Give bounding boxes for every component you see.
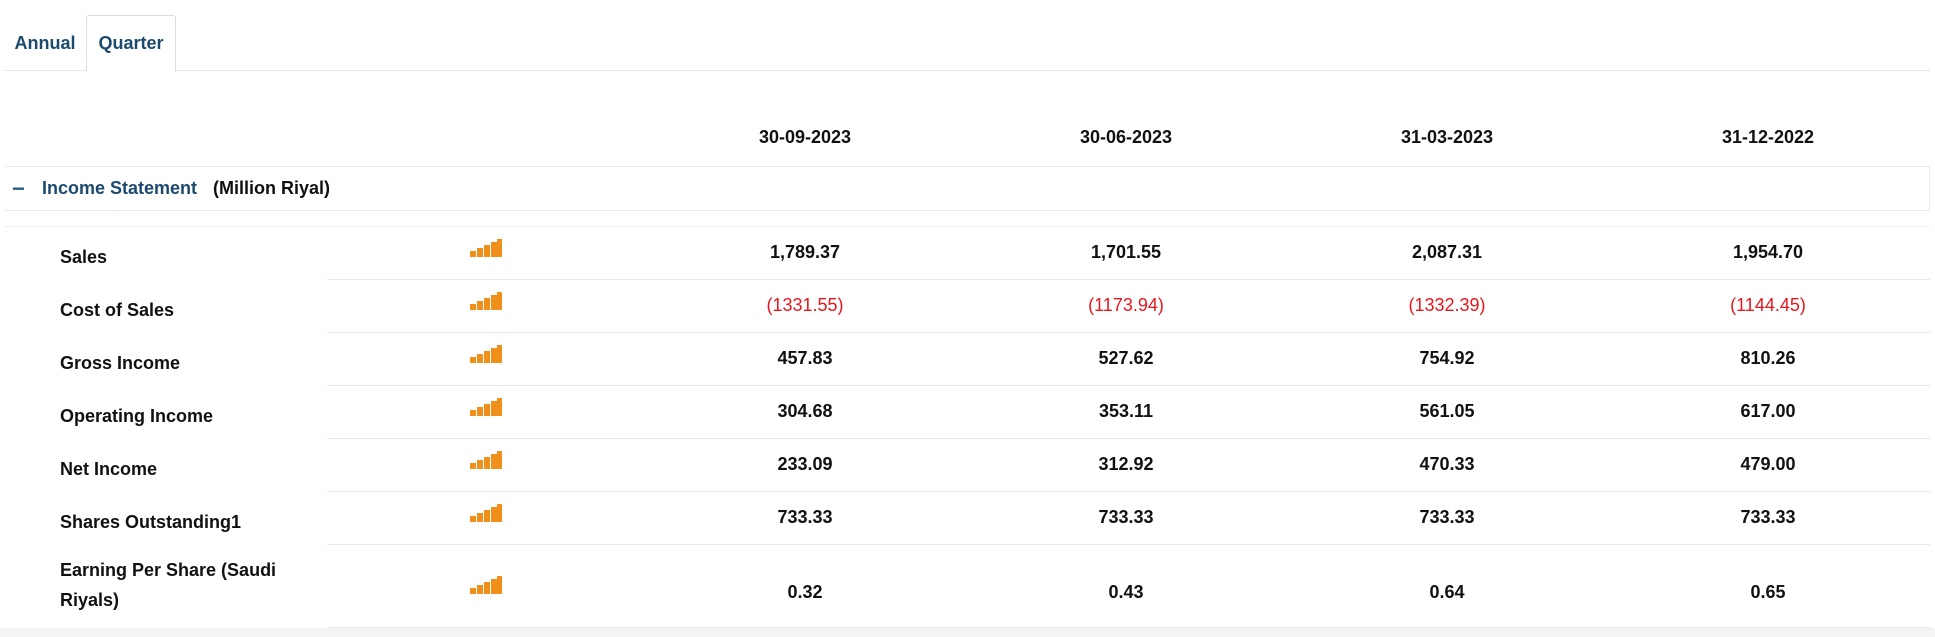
cell-value: 527.62 [1098, 347, 1154, 368]
cell-value: 561.05 [1419, 400, 1475, 421]
table-row: Shares Outstanding1 733.33 733.33 733.33 733… [0, 492, 1935, 545]
cell-value: (1332.39) [1408, 294, 1486, 315]
bar-chart-icon[interactable] [470, 450, 502, 469]
cell-value: 0.65 [1750, 582, 1786, 602]
bar-chart-icon[interactable] [470, 576, 502, 594]
table-row: Operating Income 304.68 353.11 561.05 617.00 [0, 386, 1935, 439]
income-statement-header[interactable]: − Income Statement (Million Riyal) [5, 166, 1930, 211]
cell-value: (1173.94) [1088, 294, 1164, 315]
column-date-3: 31-03-2023 [1400, 127, 1494, 147]
row-label: Net Income [60, 458, 158, 479]
row-label: Shares Outstanding1 [60, 511, 242, 532]
cell-value: (1144.45) [1730, 294, 1806, 315]
cell-value: 1,954.70 [1732, 241, 1804, 262]
column-date-2: 30-06-2023 [1079, 127, 1173, 147]
cell-value: 733.33 [1098, 506, 1154, 527]
cell-value: 312.92 [1098, 453, 1154, 474]
cell-value: 353.11 [1098, 400, 1154, 421]
bar-chart-icon[interactable] [470, 238, 502, 257]
cell-value: (1331.55) [766, 294, 844, 315]
cell-value: 0.64 [1429, 582, 1465, 602]
collapse-icon[interactable]: − [12, 177, 34, 200]
tab-annual[interactable]: Annual [5, 15, 85, 71]
horizontal-scrollbar[interactable] [0, 628, 1935, 637]
cell-value: 0.43 [1108, 582, 1144, 602]
financials-page: Annual Quarter 30-09-2023 30-06-2023 31-… [0, 0, 1935, 637]
cell-value: 1,789.37 [769, 241, 841, 262]
cell-value: 617.00 [1740, 400, 1796, 421]
cell-value: 233.09 [777, 453, 833, 474]
row-label: Gross Income [60, 352, 181, 373]
period-tabs: Annual Quarter [5, 15, 1930, 72]
cell-value: 457.83 [777, 347, 833, 368]
row-label: Earning Per Share (Saudi Riyals) [60, 560, 277, 610]
bar-chart-icon[interactable] [470, 344, 502, 363]
table-row: Net Income 233.09 312.92 470.33 479.00 [0, 439, 1935, 492]
cell-value: 733.33 [777, 506, 833, 527]
table-row: Cost of Sales (1331.55) (1173.94) (1332.39)… [0, 280, 1935, 333]
table-row: Gross Income 457.83 527.62 754.92 810.26 [0, 333, 1935, 386]
bar-chart-icon[interactable] [470, 291, 502, 310]
section-unit: (Million Riyal) [213, 178, 331, 198]
tab-quarter[interactable]: Quarter [86, 15, 176, 72]
cell-value: 754.92 [1419, 347, 1475, 368]
cell-value: 304.68 [777, 400, 833, 421]
column-date-1: 30-09-2023 [758, 127, 852, 147]
cell-value: 479.00 [1740, 453, 1796, 474]
cell-value: 0.32 [787, 582, 823, 602]
cell-value: 810.26 [1740, 347, 1796, 368]
cell-value: 733.33 [1740, 506, 1796, 527]
row-label: Cost of Sales [60, 299, 175, 320]
cell-value: 470.33 [1419, 453, 1475, 474]
bar-chart-icon[interactable] [470, 397, 502, 416]
cell-value: 2,087.31 [1411, 241, 1483, 262]
cell-value: 733.33 [1419, 506, 1475, 527]
row-label: Operating Income [60, 405, 214, 426]
cell-value: 1,701.55 [1090, 241, 1162, 262]
column-date-4: 31-12-2022 [1721, 127, 1815, 147]
bar-chart-icon[interactable] [470, 503, 502, 522]
section-title[interactable]: Income Statement [42, 178, 197, 199]
row-label: Sales [60, 246, 108, 267]
table-row: Sales 1,789.37 1,701.55 2,087.31 1,954.70 [0, 227, 1935, 280]
table-row: Earning Per Share (Saudi Riyals) 0.32 0.43… [0, 545, 1935, 628]
